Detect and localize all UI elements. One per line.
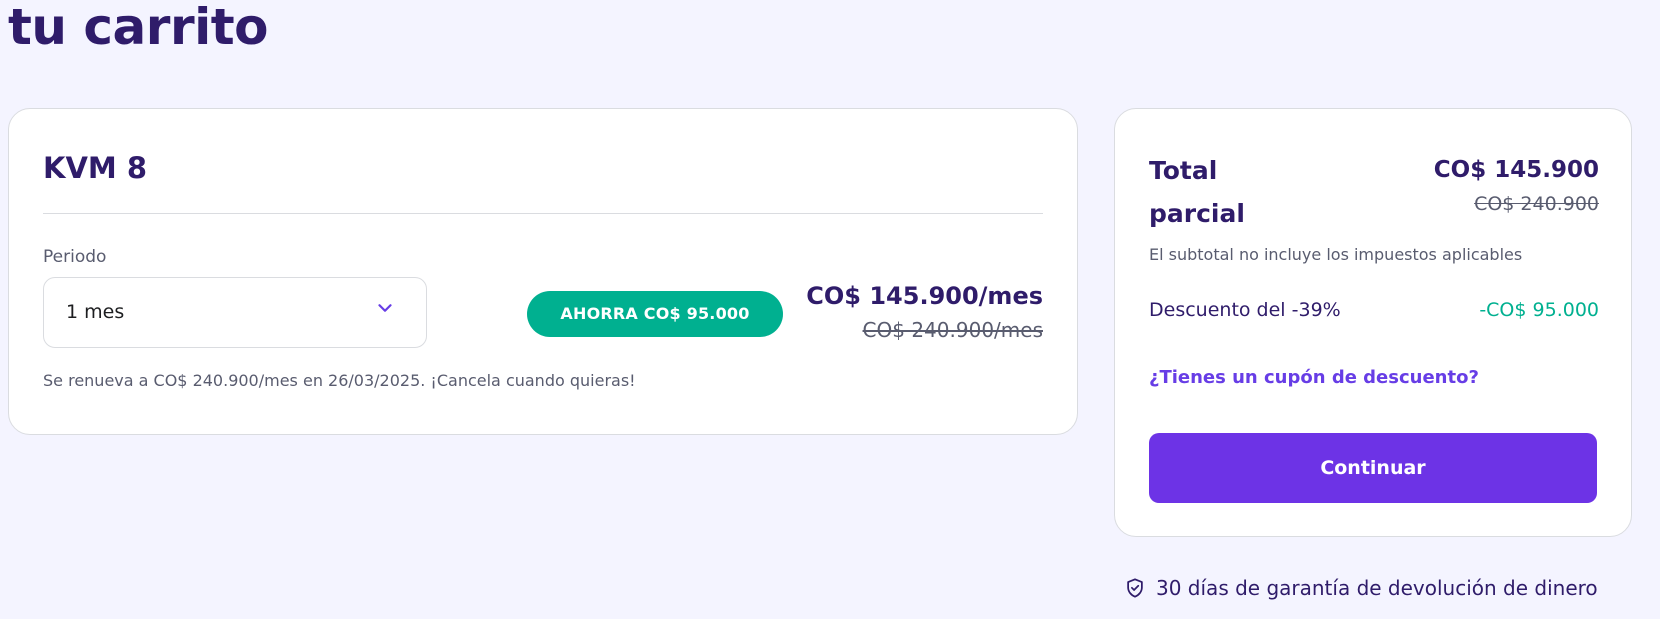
order-summary-card: Total parcial CO$ 145.900 CO$ 240.900 El… <box>1114 108 1632 537</box>
renewal-note: Se renueva a CO$ 240.900/mes en 26/03/20… <box>43 371 636 390</box>
product-name: KVM 8 <box>43 151 148 185</box>
discount-label: Descuento del -39% <box>1149 299 1341 321</box>
period-select-value: 1 mes <box>66 301 125 323</box>
coupon-link[interactable]: ¿Tienes un cupón de descuento? <box>1149 367 1479 388</box>
tax-note: El subtotal no incluye los impuestos apl… <box>1149 245 1523 264</box>
shield-check-icon <box>1127 578 1143 598</box>
continue-button[interactable]: Continuar <box>1149 433 1597 503</box>
chevron-down-icon <box>378 304 392 312</box>
discount-value: -CO$ 95.000 <box>1479 299 1599 321</box>
subtotal-old: CO$ 240.900 <box>1474 193 1599 215</box>
divider <box>43 213 1043 214</box>
period-label: Periodo <box>43 247 107 267</box>
product-card: KVM 8 Periodo 1 mes AHORRA CO$ 95.000 CO… <box>8 108 1078 435</box>
money-back-guarantee: 30 días de garantía de devolución de din… <box>1124 576 1598 600</box>
savings-badge: AHORRA CO$ 95.000 <box>527 291 783 337</box>
price-current: CO$ 145.900/mes <box>806 282 1043 310</box>
subtotal-current: CO$ 145.900 <box>1433 157 1599 183</box>
price-old: CO$ 240.900/mes <box>862 318 1043 342</box>
page-title: tu carrito <box>8 0 269 56</box>
period-select[interactable]: 1 mes <box>43 277 427 348</box>
subtotal-label: Total parcial <box>1149 156 1245 228</box>
guarantee-text: 30 días de garantía de devolución de din… <box>1156 576 1598 600</box>
